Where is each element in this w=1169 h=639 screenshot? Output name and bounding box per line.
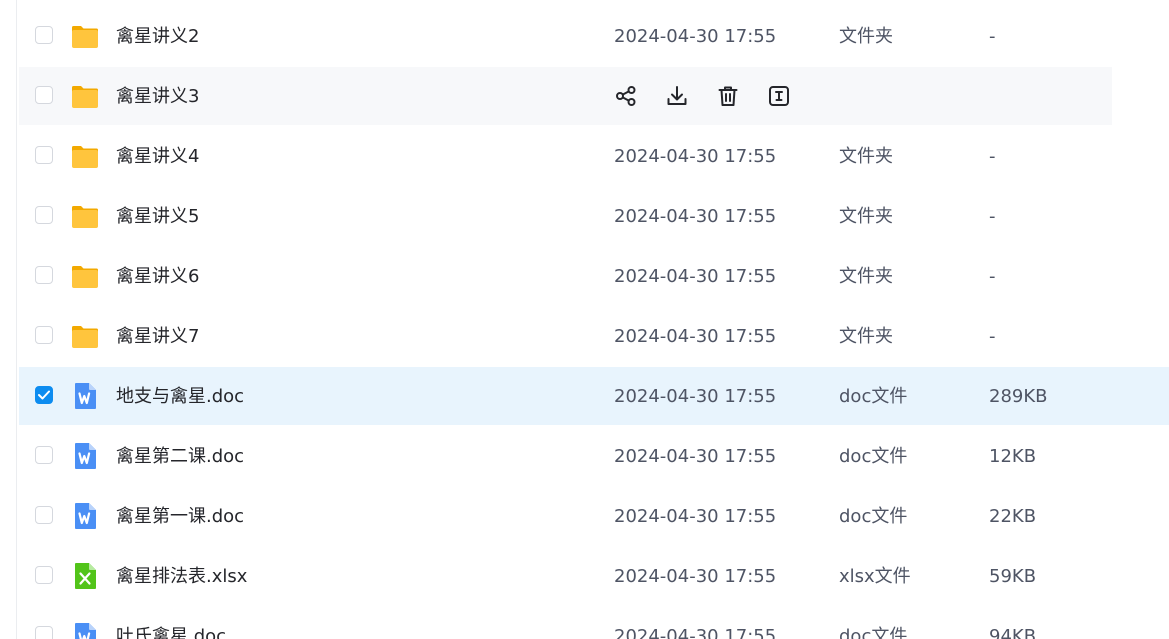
file-row[interactable]: 禽星讲义4 2024-04-30 17:55 文件夹 - — [19, 127, 1169, 187]
file-type: xlsx文件 — [839, 566, 911, 587]
trash-icon — [716, 86, 740, 112]
file-size: - — [989, 26, 996, 47]
folder-icon — [70, 261, 100, 291]
file-date: 2024-04-30 17:55 — [614, 266, 777, 287]
file-date: 2024-04-30 17:55 — [614, 326, 777, 347]
share-button[interactable] — [614, 84, 638, 108]
file-name[interactable]: 禽星排法表.xlsx — [116, 566, 247, 588]
file-row[interactable]: 禽星讲义3 — [19, 67, 1169, 127]
row-checkbox[interactable] — [35, 386, 53, 404]
file-name[interactable]: 禽星讲义6 — [116, 266, 199, 288]
file-row[interactable]: 吐氏禽星.doc 2024-04-30 17:55 doc文件 94KB — [19, 607, 1169, 639]
file-name[interactable]: 禽星讲义3 — [116, 86, 199, 108]
file-date: 2024-04-30 17:55 — [614, 626, 777, 639]
file-type: doc文件 — [839, 626, 908, 639]
file-size: 59KB — [989, 566, 1037, 587]
file-type: 文件夹 — [839, 206, 893, 227]
folder-icon — [70, 321, 100, 351]
file-type: doc文件 — [839, 506, 908, 527]
file-manager-page: 禽星讲义2 2024-04-30 17:55 文件夹 - 禽星讲义3 禽星讲义4 2024-… — [0, 0, 1169, 639]
doc-icon — [70, 621, 100, 639]
folder-icon — [70, 141, 100, 171]
rename-button[interactable] — [767, 84, 791, 108]
file-type: 文件夹 — [839, 26, 893, 47]
doc-icon — [70, 501, 100, 531]
row-checkbox[interactable] — [35, 506, 53, 524]
file-size: - — [989, 326, 996, 347]
file-size: 94KB — [989, 626, 1037, 639]
file-date: 2024-04-30 17:55 — [614, 206, 777, 227]
file-name[interactable]: 禽星第二课.doc — [116, 446, 244, 468]
row-checkbox[interactable] — [35, 566, 53, 584]
row-checkbox[interactable] — [35, 206, 53, 224]
file-name[interactable]: 禽星讲义2 — [116, 26, 199, 48]
folder-icon — [70, 81, 100, 111]
file-date: 2024-04-30 17:55 — [614, 446, 777, 467]
file-date: 2024-04-30 17:55 — [614, 566, 777, 587]
row-checkbox[interactable] — [35, 446, 53, 464]
row-checkbox[interactable] — [35, 146, 53, 164]
file-name[interactable]: 禽星第一课.doc — [116, 506, 244, 528]
file-size: - — [989, 266, 996, 287]
file-date: 2024-04-30 17:55 — [614, 506, 777, 527]
xlsx-icon — [70, 561, 100, 591]
doc-icon — [70, 381, 100, 411]
file-type: doc文件 — [839, 386, 908, 407]
row-checkbox[interactable] — [35, 626, 53, 639]
file-row[interactable]: 禽星讲义5 2024-04-30 17:55 文件夹 - — [19, 187, 1169, 247]
file-name[interactable]: 地支与禽星.doc — [116, 386, 244, 408]
file-type: 文件夹 — [839, 266, 893, 287]
file-type: 文件夹 — [839, 326, 893, 347]
file-type: 文件夹 — [839, 146, 893, 167]
file-row[interactable]: 禽星第二课.doc 2024-04-30 17:55 doc文件 12KB — [19, 427, 1169, 487]
rename-icon — [767, 86, 791, 112]
sidebar-divider — [16, 0, 17, 639]
row-checkbox[interactable] — [35, 266, 53, 284]
file-name[interactable]: 禽星讲义4 — [116, 146, 199, 168]
file-size: 22KB — [989, 506, 1037, 527]
row-actions — [614, 84, 791, 108]
file-row[interactable]: 禽星排法表.xlsx 2024-04-30 17:55 xlsx文件 59KB — [19, 547, 1169, 607]
file-date: 2024-04-30 17:55 — [614, 146, 777, 167]
file-date: 2024-04-30 17:55 — [614, 26, 777, 47]
row-checkbox[interactable] — [35, 86, 53, 104]
download-icon — [665, 86, 689, 112]
file-row[interactable]: 禽星讲义7 2024-04-30 17:55 文件夹 - — [19, 307, 1169, 367]
file-list: 禽星讲义2 2024-04-30 17:55 文件夹 - 禽星讲义3 禽星讲义4 2024-… — [19, 7, 1169, 639]
check-icon — [38, 390, 50, 400]
file-name[interactable]: 禽星讲义5 — [116, 206, 199, 228]
row-checkbox[interactable] — [35, 26, 53, 44]
delete-button[interactable] — [716, 84, 740, 108]
file-size: 289KB — [989, 386, 1048, 407]
folder-icon — [70, 21, 100, 51]
file-row[interactable]: 禽星第一课.doc 2024-04-30 17:55 doc文件 22KB — [19, 487, 1169, 547]
file-size: - — [989, 146, 996, 167]
file-size: - — [989, 206, 996, 227]
doc-icon — [70, 441, 100, 471]
file-row[interactable]: 禽星讲义2 2024-04-30 17:55 文件夹 - — [19, 7, 1169, 67]
row-checkbox[interactable] — [35, 326, 53, 344]
file-row[interactable]: 禽星讲义6 2024-04-30 17:55 文件夹 - — [19, 247, 1169, 307]
file-type: doc文件 — [839, 446, 908, 467]
file-date: 2024-04-30 17:55 — [614, 386, 777, 407]
file-name[interactable]: 禽星讲义7 — [116, 326, 199, 348]
file-size: 12KB — [989, 446, 1037, 467]
folder-icon — [70, 201, 100, 231]
file-name[interactable]: 吐氏禽星.doc — [116, 626, 226, 639]
share-icon — [614, 86, 638, 112]
download-button[interactable] — [665, 84, 689, 108]
file-row[interactable]: 地支与禽星.doc 2024-04-30 17:55 doc文件 289KB — [19, 367, 1169, 427]
